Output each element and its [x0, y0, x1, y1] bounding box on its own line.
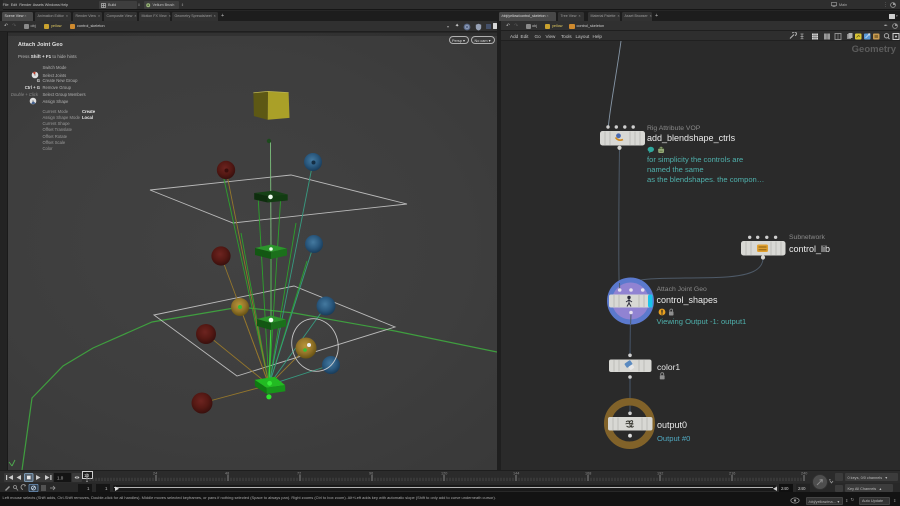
svg-text:96: 96 — [369, 472, 373, 476]
svg-text:144: 144 — [513, 472, 519, 476]
svg-text:72: 72 — [297, 472, 301, 476]
svg-text:240: 240 — [801, 472, 807, 476]
svg-text:192: 192 — [657, 472, 663, 476]
svg-text:216: 216 — [729, 472, 735, 476]
svg-text:24: 24 — [153, 472, 157, 476]
svg-text:168: 168 — [585, 472, 591, 476]
svg-text:120: 120 — [441, 472, 447, 476]
svg-text:48: 48 — [225, 472, 229, 476]
